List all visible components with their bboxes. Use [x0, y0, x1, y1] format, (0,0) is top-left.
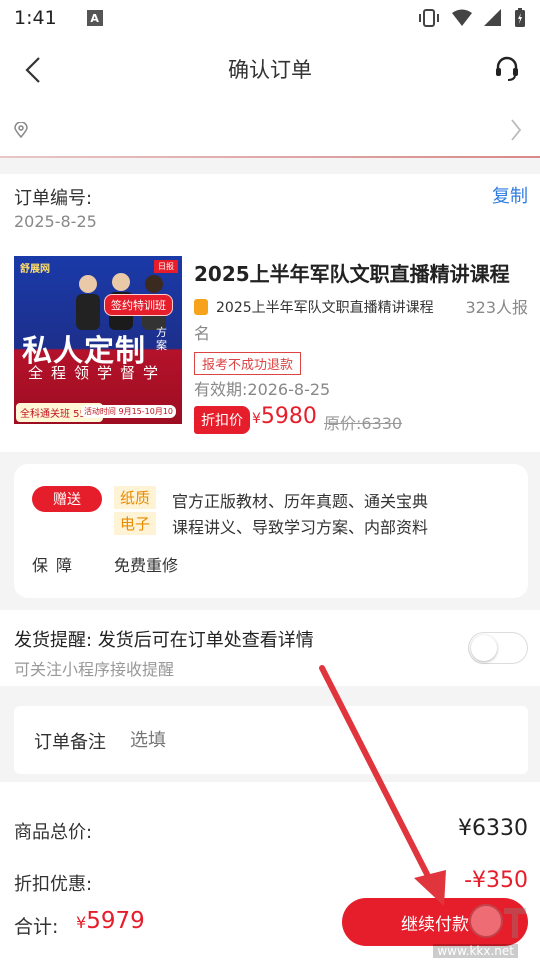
total-price-value: ¥6330 — [458, 816, 528, 841]
order-card: 订单编号: 2025-8-25 复制 舒展网 日报 签约特训班 私人定制 方案 … — [0, 174, 540, 452]
reminder-toggle[interactable] — [468, 632, 528, 664]
gift-card: 赠送 纸质 官方正版教材、历年真题、通关宝典 电子 课程讲义、导致学习方案、内部… — [14, 464, 528, 598]
headset-icon[interactable] — [494, 56, 520, 82]
status-icons — [418, 8, 526, 28]
vibrate-icon — [419, 9, 439, 27]
total-price-label: 商品总价: — [14, 822, 93, 843]
shipping-reminder: 发货提醒: 发货后可在订单处查看详情 可关注小程序接收提醒 — [0, 610, 540, 686]
note-label: 订单备注 — [34, 732, 106, 753]
price-summary: 商品总价: ¥6330 折扣优惠: -¥350 — [0, 782, 540, 895]
back-icon[interactable] — [22, 56, 46, 84]
discount-tag: 折扣价 — [194, 406, 250, 434]
order-number-label: 订单编号: — [14, 188, 93, 209]
watermark-logo-icon — [469, 904, 526, 938]
course-icon — [194, 299, 208, 315]
address-selector[interactable] — [0, 102, 540, 158]
order-date: 2025-8-25 — [14, 212, 97, 231]
reminder-title: 发货提醒: 发货后可在订单处查看详情 — [14, 630, 314, 651]
sum-value: ¥5979 — [76, 908, 145, 934]
nav-bar: 确认订单 — [0, 36, 540, 102]
original-price: 原价:6330 — [324, 414, 403, 433]
status-bar: 1:41 A — [0, 0, 540, 36]
enrolled-count-continued: 名 — [194, 324, 211, 343]
page-title: 确认订单 — [228, 58, 312, 82]
discount-price: ¥5980 — [252, 404, 317, 429]
product-thumbnail[interactable]: 舒展网 日报 签约特训班 私人定制 方案 全程领学督学 全科通关班 5598 活… — [14, 256, 182, 424]
note-section: 订单备注 — [0, 686, 540, 782]
battery-icon — [515, 8, 525, 27]
thumb-sub-text: 全程领学督学 — [28, 364, 167, 382]
status-time: 1:41 — [14, 7, 57, 29]
note-input[interactable] — [130, 720, 490, 760]
product-name: 2025上半年军队文职直播精讲课程 — [216, 300, 434, 316]
note-card: 订单备注 — [14, 706, 528, 774]
reminder-subtitle: 可关注小程序接收提醒 — [14, 660, 175, 679]
gift-kind-paper: 纸质 — [114, 486, 157, 509]
product-title[interactable]: 2025上半年军队文职直播精讲课程 — [194, 258, 510, 287]
validity: 有效期:2026-8-25 — [194, 380, 331, 399]
gift-badge: 赠送 — [32, 486, 102, 512]
guarantee-label: 保障 — [32, 556, 81, 575]
discount-value: -¥350 — [464, 868, 528, 893]
sum-label: 合计: — [14, 916, 59, 938]
guarantee-value: 免费重修 — [114, 556, 179, 575]
wifi-icon — [452, 9, 472, 26]
gift-text-digital: 课程讲义、导致学习方案、内部资料 — [172, 518, 429, 537]
thumb-side-text: 方案 — [156, 326, 167, 352]
location-pin-icon — [14, 122, 28, 138]
toggle-knob — [471, 635, 497, 661]
address-divider — [0, 156, 540, 158]
gift-text-paper: 官方正版教材、历年真题、通关宝典 — [172, 492, 429, 511]
enrolled-count: 323人报 — [465, 298, 528, 317]
thumb-badge: 签约特训班 — [104, 294, 173, 316]
thumb-brand: 舒展网 — [20, 264, 50, 275]
gift-kind-digital: 电子 — [114, 512, 157, 535]
watermark-url: www.kkx.net — [433, 944, 518, 958]
refund-tag: 报考不成功退款 — [194, 352, 302, 375]
thumb-date: 活动时间 9月15-10月10 — [80, 405, 176, 418]
signal-icon — [484, 9, 501, 26]
gift-section: 赠送 纸质 官方正版教材、历年真题、通关宝典 电子 课程讲义、导致学习方案、内部… — [0, 452, 540, 610]
chevron-right-icon — [511, 119, 522, 141]
copy-button[interactable]: 复制 — [492, 182, 528, 208]
notification-icon: A — [86, 10, 103, 26]
